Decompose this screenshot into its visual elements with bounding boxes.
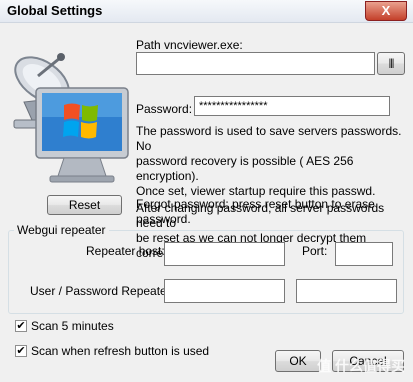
scan-5-minutes-label: Scan 5 minutes <box>31 319 114 333</box>
repeater-host-input[interactable] <box>164 242 285 266</box>
path-label: Path vncviewer.exe: <box>136 38 243 52</box>
forgot-line: password. <box>136 212 191 226</box>
forgot-password-text: Forgot password: press reset button to e… <box>136 197 406 227</box>
password-label: Password: <box>136 102 193 116</box>
repeater-host-label: Repeater host: <box>86 244 165 258</box>
port-label: Port: <box>302 244 328 258</box>
scan-refresh-label: Scan when refresh button is used <box>31 344 210 358</box>
scan-5-minutes-checkbox[interactable]: ✔ <box>15 320 27 332</box>
repeater-password-input[interactable] <box>296 279 397 303</box>
path-input[interactable] <box>136 52 375 75</box>
port-input[interactable] <box>335 242 393 266</box>
close-button[interactable]: X <box>365 1 407 21</box>
scan-refresh-checkbox[interactable]: ✔ <box>15 345 27 357</box>
reset-button[interactable]: Reset <box>47 195 122 215</box>
forgot-line: Forgot password: press reset button to e… <box>136 197 375 211</box>
title-bar: Global Settings X <box>0 0 413 23</box>
browse-button[interactable]: ||| <box>377 52 405 75</box>
window-title: Global Settings <box>7 3 103 18</box>
monitor-icon <box>35 87 129 183</box>
ok-button[interactable]: OK <box>275 350 321 372</box>
description-line: password recovery is possible ( AES 256 … <box>136 154 354 183</box>
watermark: 值 什么值得买 <box>317 358 405 374</box>
webgui-group-title: Webgui repeater <box>14 223 109 237</box>
vnc-satellite-monitor-icon <box>13 53 129 183</box>
password-input[interactable] <box>194 96 390 116</box>
user-password-label: User / Password Repeater: <box>30 284 175 298</box>
description-line: The password is used to save servers pas… <box>136 124 402 153</box>
repeater-user-input[interactable] <box>164 279 285 303</box>
